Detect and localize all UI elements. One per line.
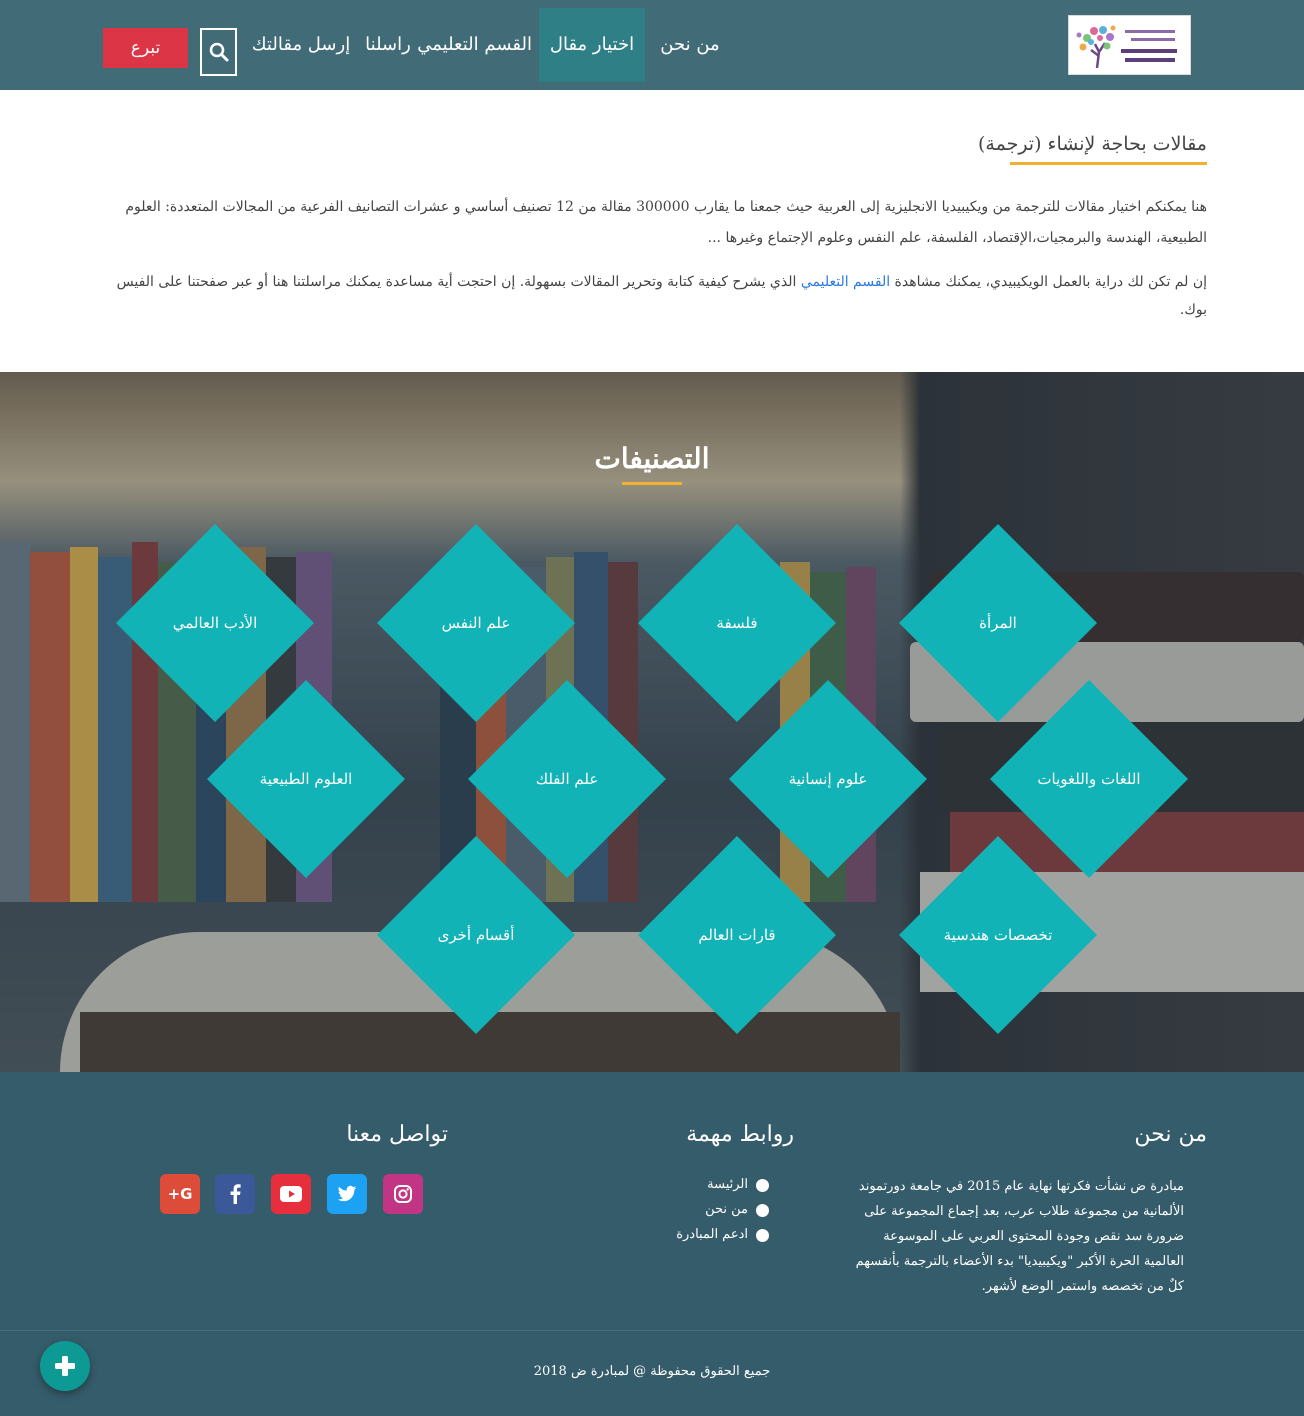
category-label[interactable]: علم النفس [396,613,556,633]
footer-link-home[interactable]: الرئيسة [707,1175,748,1195]
youtube-icon [280,1186,302,1202]
footer-divider [0,1330,1304,1331]
copyright: جميع الحقوق محفوظة @ لمبادرة ض 2018 [533,1364,771,1379]
nav-submit-article[interactable]: إرسل مقالتك [248,8,354,82]
category-label[interactable]: اللغات واللغويات [1009,769,1169,789]
category-label[interactable]: العلوم الطبيعية [226,769,386,789]
instagram-icon [394,1185,412,1203]
nav-about[interactable]: من نحن [652,8,728,82]
categories-title: التصنيفات [594,442,710,475]
category-label[interactable]: الأدب العالمي [135,613,295,633]
footer-link-about[interactable]: من نحن [705,1200,748,1220]
category-label[interactable]: المرأة [918,613,1078,633]
nav-education[interactable]: القسم التعليمي [417,8,532,82]
intro-text-before-link: إن لم تكن لك دراية بالعمل الويكيبيدي، يم… [890,274,1207,290]
bullet-icon [756,1179,769,1192]
plus-icon [55,1356,75,1376]
footer-link-support[interactable]: ادعم المبادرة [676,1225,748,1245]
category-label[interactable]: علم الفلك [487,769,647,789]
donate-button[interactable]: تبرع [103,28,188,68]
footer-about-title: من نحن [1134,1122,1207,1147]
google-plus-icon: G+ [167,1185,193,1203]
instagram-button[interactable] [383,1174,423,1214]
facebook-icon [230,1184,241,1204]
site-footer: من نحن مبادرة ض نشأت فكرتها نهاية عام 20… [0,1072,1304,1416]
logo-graphic [1069,16,1190,74]
search-button[interactable] [200,28,237,76]
nav-contact[interactable]: راسلنا [360,8,416,82]
twitter-icon [337,1185,357,1202]
google-plus-button[interactable]: G+ [160,1174,200,1214]
page-title: مقالات بحاجة لإنشاء (ترجمة) [978,133,1208,165]
category-label[interactable]: علوم إنسانية [748,769,908,789]
search-icon [209,42,228,62]
category-label[interactable]: أقسام أخرى [396,925,556,945]
intro-paragraph: هنا يمكنكم اختيار مقالات للترجمة من ويكي… [125,199,1207,246]
bullet-icon [756,1204,769,1217]
footer-links-title: روابط مهمة [686,1122,794,1147]
category-label[interactable]: قارات العالم [657,925,817,945]
facebook-button[interactable] [215,1174,255,1214]
categories-title-underline [622,482,682,485]
category-label[interactable]: تخصصات هندسية [918,925,1078,945]
categories-section: التصنيفات المرأة فلسفة علم النفس الأدب ا… [0,372,1304,1072]
twitter-button[interactable] [327,1174,367,1214]
footer-about-text: مبادرة ض نشأت فكرتها نهاية عام 2015 في ج… [855,1179,1184,1294]
site-logo[interactable] [1068,15,1191,75]
intro-paragraph-help: إن لم تكن لك دراية بالعمل الويكيبيدي، يم… [97,268,1207,324]
category-label[interactable]: فلسفة [657,613,817,633]
education-link[interactable]: القسم التعليمي [801,274,890,290]
youtube-button[interactable] [271,1174,311,1214]
site-header: من نحن اختيار مقال القسم التعليمي راسلنا… [0,0,1304,90]
footer-contact-title: تواصل معنا [346,1122,448,1147]
floating-add-button[interactable] [40,1341,90,1391]
nav-choose-article[interactable]: اختيار مقال [539,8,645,82]
bullet-icon [756,1229,769,1242]
